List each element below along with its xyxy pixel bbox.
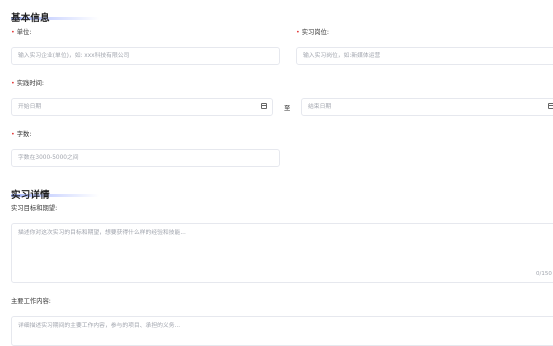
start-date-input[interactable]: 开始日期 <box>11 98 273 116</box>
goal-char-counter: 0/150 <box>536 271 552 277</box>
end-date-input[interactable]: 结束日期 <box>301 98 553 116</box>
end-date-placeholder: 结束日期 <box>308 104 332 110</box>
words-input[interactable]: 字数在3000-5000之间 <box>11 149 280 167</box>
words-label: • 字数: <box>11 131 32 138</box>
work-label: 主要工作内容: <box>11 298 51 305</box>
goal-label: 实习目标和期望: <box>11 205 58 212</box>
calendar-icon[interactable] <box>261 103 267 109</box>
work-placeholder: 详细描述实习期间的主要工作内容，参与的项目、承担的义务... <box>18 323 181 329</box>
time-label: • 实践时间: <box>11 80 45 87</box>
required-mark: • <box>11 80 15 87</box>
basic-section-title: 基本信息 <box>11 13 50 24</box>
unit-label: • 单位: <box>11 29 32 36</box>
required-mark: • <box>11 131 15 138</box>
required-mark: • <box>296 29 300 36</box>
position-label: • 实习岗位: <box>296 29 330 36</box>
goal-placeholder: 描述你对这次实习的目标和期望，想要获得什么样的经验和技能... <box>18 230 186 236</box>
position-input[interactable]: 输入实习岗位，如:新媒体运营 <box>296 47 553 65</box>
work-textarea[interactable]: 详细描述实习期间的主要工作内容，参与的项目、承担的义务... <box>11 316 553 346</box>
calendar-icon[interactable] <box>548 103 553 109</box>
goal-textarea[interactable]: 描述你对这次实习的目标和期望，想要获得什么样的经验和技能... <box>11 223 553 283</box>
details-section-title: 实习详情 <box>11 190 50 201</box>
start-date-placeholder: 开始日期 <box>18 104 42 110</box>
required-mark: • <box>11 29 15 36</box>
date-range-separator: 至 <box>284 105 291 112</box>
unit-input[interactable]: 输入实习企业(单位)，如: xxx科技有限公司 <box>11 47 280 65</box>
